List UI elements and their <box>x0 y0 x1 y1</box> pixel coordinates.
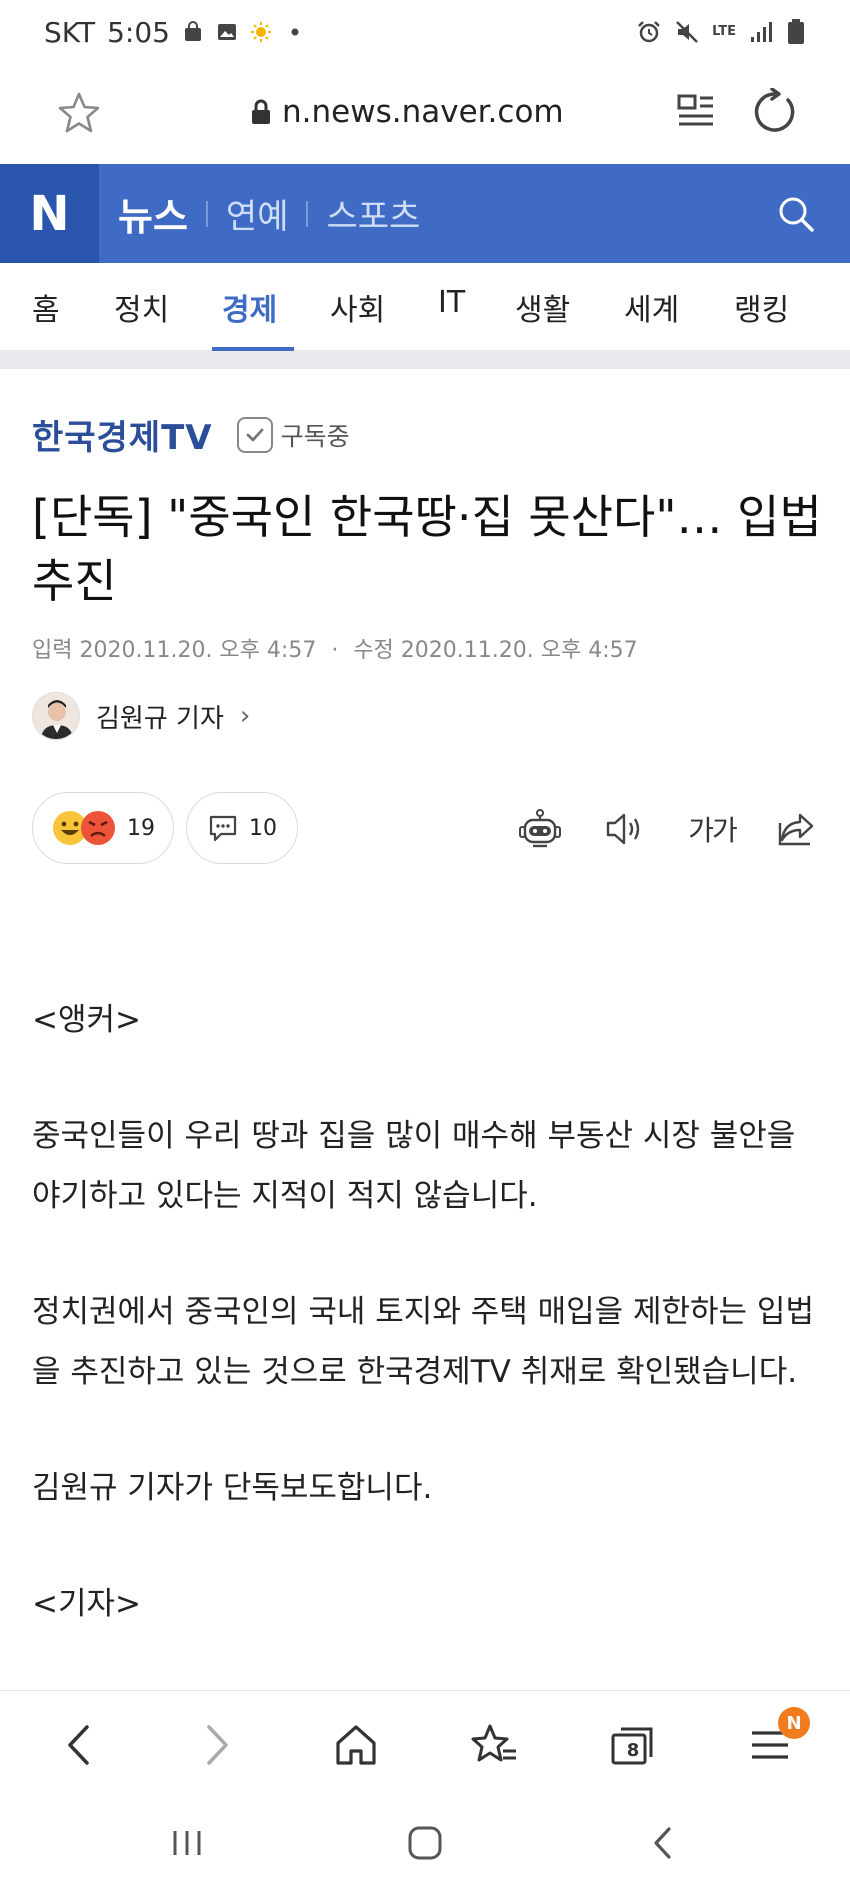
section-divider <box>0 351 850 369</box>
carrier-label: SKT <box>44 15 96 49</box>
angry-emoji-icon <box>81 811 115 845</box>
naver-logo[interactable]: N <box>0 164 99 263</box>
home-square-icon <box>408 1826 442 1860</box>
notification-badge: N <box>778 1707 810 1739</box>
notification-dot-icon <box>291 28 299 36</box>
status-bar: SKT 5:05 LTE <box>0 0 850 64</box>
home-button[interactable] <box>328 1717 384 1773</box>
recent-apps-button[interactable] <box>162 1818 212 1868</box>
article-body: <앵커> 중국인들이 우리 땅과 집을 많이 매수해 부동산 시장 불안을 야기… <box>32 990 822 1690</box>
tab-world[interactable]: 세계 <box>624 285 679 329</box>
shopping-bag-icon <box>184 21 201 41</box>
date-edit-value: 2020.11.20. 오후 4:57 <box>400 638 638 663</box>
recent-apps-icon <box>173 1831 201 1855</box>
home-nav-button[interactable] <box>400 1818 450 1868</box>
tab-economy[interactable]: 경제 <box>222 285 277 329</box>
comment-count: 10 <box>249 815 277 841</box>
browser-bottom-bar: 8 N <box>0 1690 850 1796</box>
lock-icon <box>252 99 270 124</box>
address-bar: n.news.naver.com <box>0 64 850 164</box>
subscribe-button[interactable]: 구독중 <box>236 416 350 453</box>
press-logo[interactable]: 한국경제TV <box>32 410 213 459</box>
bookmarks-button[interactable] <box>466 1717 522 1773</box>
article-paragraph: <앵커> <box>32 1002 141 1038</box>
article-title: [단독] "중국인 한국땅·집 못산다"… 입법 추진 <box>32 490 822 608</box>
divider <box>306 200 309 227</box>
date-input-value: 2020.11.20. 오후 4:57 <box>79 638 317 663</box>
network-label: LTE <box>712 24 736 39</box>
back-button[interactable] <box>52 1717 108 1773</box>
clock: 5:05 <box>107 15 170 49</box>
menu-button[interactable]: N <box>742 1707 810 1773</box>
url-text: n.news.naver.com <box>282 94 564 130</box>
status-right: LTE <box>636 18 806 46</box>
tab-count: 8 <box>626 1740 640 1761</box>
alarm-icon <box>638 21 660 43</box>
tab-life[interactable]: 생활 <box>515 285 570 329</box>
subscribe-label: 구독중 <box>280 421 350 451</box>
summary-bot-icon[interactable] <box>516 806 564 852</box>
header-nav: 뉴스 연예 스포츠 <box>118 164 420 263</box>
action-row: 19 10 가가 <box>0 792 850 866</box>
forward-arrow-icon <box>207 1725 228 1765</box>
bookmark-star-icon[interactable] <box>56 90 102 136</box>
reporter-name: 김원규 기자 <box>96 703 224 734</box>
reader-mode-icon[interactable] <box>676 92 716 132</box>
comment-button[interactable]: 10 <box>186 792 298 864</box>
home-icon <box>336 1725 376 1765</box>
back-arrow-icon <box>68 1725 89 1765</box>
article-paragraph: <기자> <box>32 1586 141 1622</box>
battery-icon <box>788 19 804 44</box>
tab-society[interactable]: 사회 <box>330 285 385 329</box>
divider <box>205 200 208 227</box>
reporter-row[interactable]: 김원규 기자 › <box>32 692 250 740</box>
article-date: 입력 2020.11.20. 오후 4:57 · 수정 2020.11.20. … <box>32 632 638 664</box>
mute-icon <box>676 21 698 43</box>
reaction-count: 19 <box>127 815 155 841</box>
header-nav-news[interactable]: 뉴스 <box>118 186 188 241</box>
header-nav-sports[interactable]: 스포츠 <box>326 189 420 238</box>
tab-it[interactable]: IT <box>438 285 465 320</box>
url-field[interactable]: n.news.naver.com <box>250 94 564 130</box>
date-edit-label: 수정 <box>353 638 394 663</box>
avatar <box>32 692 80 740</box>
naver-header: N 뉴스 연예 스포츠 <box>0 164 850 263</box>
tab-home[interactable]: 홈 <box>32 285 60 329</box>
speaker-icon[interactable] <box>600 806 648 852</box>
signal-icon <box>751 22 772 42</box>
bookmarks-star-icon <box>471 1724 516 1762</box>
android-nav-bar <box>0 1796 850 1889</box>
back-nav-button[interactable] <box>638 1818 688 1868</box>
chevron-right-icon: › <box>239 701 251 731</box>
check-icon <box>236 416 273 453</box>
tabs-button[interactable]: 8 <box>604 1717 660 1773</box>
article-paragraph: 정치권에서 중국인의 국내 토지와 주택 매입을 제한하는 입법을 추진하고 있… <box>32 1294 814 1390</box>
date-input-label: 입력 <box>32 638 73 663</box>
date-separator: · <box>331 638 339 663</box>
share-icon[interactable] <box>772 806 820 852</box>
status-left: SKT 5:05 <box>44 16 306 49</box>
category-tabs: 홈 정치 경제 사회 IT 생활 세계 랭킹 <box>0 263 850 351</box>
gallery-icon <box>217 24 236 40</box>
article-paragraph: 중국인들이 우리 땅과 집을 많이 매수해 부동산 시장 불안을 야기하고 있다… <box>32 1118 796 1214</box>
search-icon[interactable] <box>776 194 816 234</box>
forward-button[interactable] <box>188 1717 244 1773</box>
press-row: 한국경제TV 구독중 <box>32 410 350 459</box>
header-nav-entertainment[interactable]: 연예 <box>226 189 289 238</box>
reaction-emojis <box>51 809 117 847</box>
article-paragraph: 김원규 기자가 단독보도합니다. <box>32 1470 433 1506</box>
weather-sun-icon <box>250 22 271 42</box>
tab-ranking[interactable]: 랭킹 <box>734 285 789 329</box>
tab-politics[interactable]: 정치 <box>114 285 169 329</box>
back-nav-icon <box>654 1827 671 1859</box>
font-size-icon[interactable]: 가가 <box>682 806 742 852</box>
reload-icon[interactable] <box>750 88 798 136</box>
comment-icon <box>209 815 237 842</box>
reaction-button[interactable]: 19 <box>32 792 174 864</box>
